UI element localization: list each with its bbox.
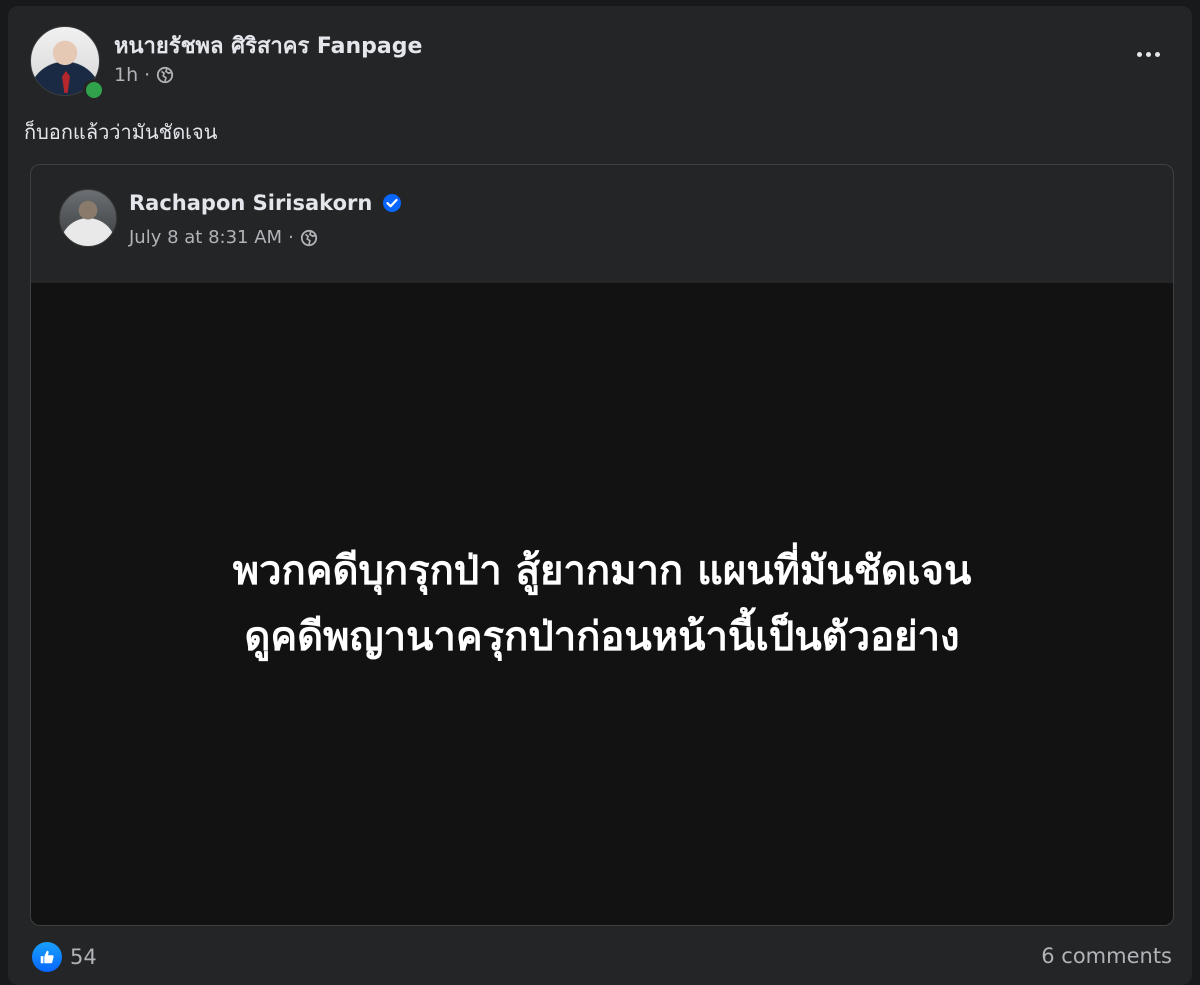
reactions-summary[interactable]: 54 (32, 942, 97, 972)
shared-post[interactable]: Rachapon Sirisakorn July 8 at 8:31 AM · … (30, 164, 1174, 926)
verified-badge-icon (383, 194, 402, 212)
online-status-dot (83, 79, 105, 101)
author-name[interactable]: หนายรัชพล ศิริสาคร Fanpage (114, 28, 422, 63)
avatar-tie-graphic (62, 71, 70, 93)
shared-author-avatar[interactable] (59, 189, 117, 247)
shared-post-time[interactable]: July 8 at 8:31 AM (129, 227, 282, 248)
comments-count-link[interactable]: 6 comments (1041, 944, 1172, 968)
shared-name-row: Rachapon Sirisakorn (129, 191, 402, 215)
post-meta: 1h · (114, 64, 174, 86)
globe-icon[interactable] (156, 66, 174, 84)
shared-meta-separator: · (288, 227, 294, 248)
post-time[interactable]: 1h (114, 64, 138, 86)
like-icon (32, 942, 62, 972)
meta-separator: · (144, 64, 151, 86)
reaction-count: 54 (70, 945, 97, 969)
more-options-dot (1145, 51, 1151, 57)
thumbs-up-icon (40, 950, 54, 964)
post-media[interactable]: พวกคดีบุกรุกป่า สู้ยากมาก แผนที่มันชัดเจ… (31, 283, 1173, 925)
post-card: หนายรัชพล ศิริสาคร Fanpage 1h · ก็บอกแล้… (8, 6, 1192, 985)
shared-author-name[interactable]: Rachapon Sirisakorn (129, 191, 372, 215)
more-options-dot (1154, 51, 1160, 57)
post-text: ก็บอกแล้วว่ามันชัดเจน (24, 120, 218, 144)
post-header: หนายรัชพล ศิริสาคร Fanpage 1h · (28, 24, 1168, 101)
more-options-button[interactable] (1128, 40, 1168, 68)
globe-icon[interactable] (300, 229, 318, 247)
media-text-line: ดูคดีพญานาครุกป่าก่อนหน้านี้เป็นตัวอย่าง (244, 614, 960, 660)
more-options-icon (1136, 51, 1142, 57)
shared-post-header: Rachapon Sirisakorn July 8 at 8:31 AM · (31, 165, 1173, 283)
author-avatar[interactable] (30, 26, 105, 101)
post-footer: 54 6 comments (8, 936, 1192, 976)
shared-post-meta: July 8 at 8:31 AM · (129, 227, 318, 248)
media-text-line: พวกคดีบุกรุกป่า สู้ยากมาก แผนที่มันชัดเจ… (232, 548, 972, 594)
